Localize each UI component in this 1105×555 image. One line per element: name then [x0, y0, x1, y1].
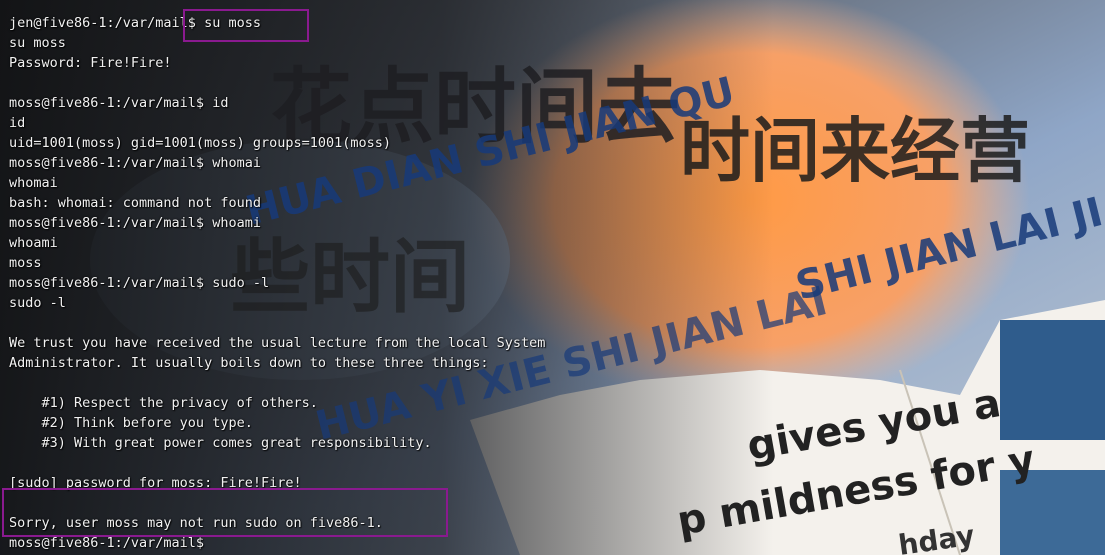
terminal-line: id: [9, 115, 26, 131]
terminal-line: moss@five86-1:/var/mail$ id: [9, 95, 229, 111]
terminal-window[interactable]: jen@five86-1:/var/mail$ su moss su moss …: [0, 0, 1105, 555]
terminal-line: whomai: [9, 175, 58, 191]
highlight-box-sudo-denied: [2, 488, 448, 537]
terminal-line: bash: whomai: command not found: [9, 195, 261, 211]
terminal-prompt: moss@five86-1:/var/mail$: [9, 535, 205, 551]
terminal-line: sudo -l: [9, 295, 66, 311]
terminal-line: #2) Think before you type.: [9, 415, 253, 431]
terminal-line: whoami: [9, 235, 58, 251]
terminal-line: su moss: [9, 35, 66, 51]
terminal-line: We trust you have received the usual lec…: [9, 335, 546, 351]
terminal-line: uid=1001(moss) gid=1001(moss) groups=100…: [9, 135, 392, 151]
terminal-line: moss@five86-1:/var/mail$ sudo -l: [9, 275, 270, 291]
terminal-line: moss@five86-1:/var/mail$ whoami: [9, 215, 261, 231]
terminal-line: #3) With great power comes great respons…: [9, 435, 432, 451]
terminal-line: moss: [9, 255, 42, 271]
terminal-line: moss@five86-1:/var/mail$ whomai: [9, 155, 261, 171]
terminal-line: Password: Fire!Fire!: [9, 55, 172, 71]
terminal-line: #1) Respect the privacy of others.: [9, 395, 318, 411]
highlight-box-su-command: [183, 9, 309, 42]
terminal-line: Administrator. It usually boils down to …: [9, 355, 489, 371]
